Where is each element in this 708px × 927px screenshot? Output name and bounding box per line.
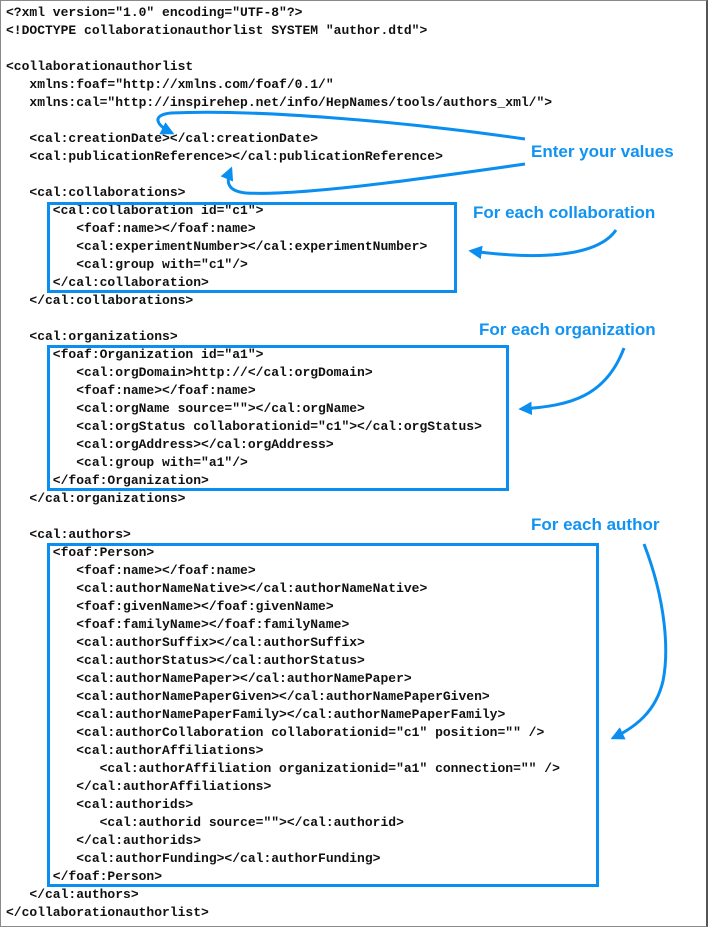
- arrow-to-author: [610, 543, 668, 740]
- arrow-to-collaboration: [468, 229, 618, 260]
- arrow-to-publication-reference: [220, 162, 526, 195]
- arrow-to-organization: [518, 347, 626, 416]
- xml-template-figure: <?xml version="1.0" encoding="UTF-8"?> <!…: [0, 0, 708, 927]
- arrow-to-creation-date: [156, 110, 526, 141]
- arrows-layer: [156, 110, 668, 740]
